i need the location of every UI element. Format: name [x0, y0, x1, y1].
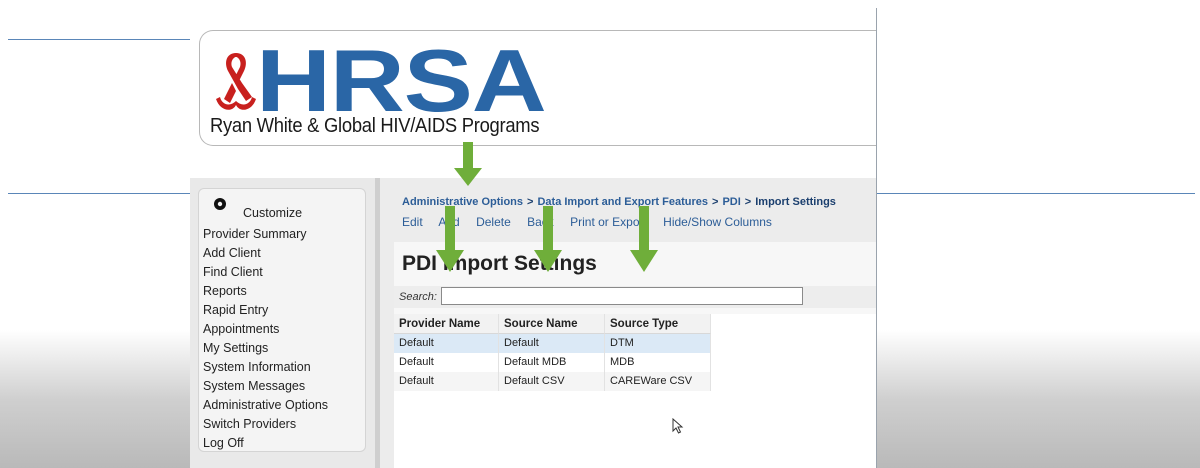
sidebar-nav-list: Provider Summary Add Client Find Client …: [203, 225, 328, 453]
sidebar-menu: Customize Provider Summary Add Client Fi…: [198, 188, 366, 452]
hrsa-logo-subtitle: Ryan White & Global HIV/AIDS Programs: [210, 115, 540, 137]
customize-link[interactable]: Customize: [243, 206, 302, 220]
search-label: Search:: [399, 291, 437, 303]
arrow-down-icon: [454, 142, 482, 186]
content-area: PDI Import Settings Search: Provider Nam…: [394, 242, 876, 468]
hrsa-logo-text: HRSA: [256, 31, 547, 130]
sidebar-item-appointments[interactable]: Appointments: [203, 320, 328, 339]
application-window: HRSA Ryan White & Global HIV/AIDS Progra…: [190, 8, 876, 468]
cell-provider-name: Default: [394, 372, 499, 391]
cell-source-name: Default CSV: [499, 372, 605, 391]
cell-source-name: Default: [499, 334, 605, 353]
column-header-source-type[interactable]: Source Type: [605, 314, 711, 334]
column-header-source-name[interactable]: Source Name: [499, 314, 605, 334]
sidebar-item-reports[interactable]: Reports: [203, 282, 328, 301]
table-header-row: Provider Name Source Name Source Type: [394, 314, 876, 334]
hide-show-columns-button[interactable]: Hide/Show Columns: [663, 215, 772, 229]
mouse-pointer-icon: [672, 418, 684, 434]
gear-icon[interactable]: [213, 197, 227, 211]
sidebar-item-system-messages[interactable]: System Messages: [203, 377, 328, 396]
cell-source-type: DTM: [605, 334, 711, 353]
cell-source-name: Default MDB: [499, 353, 605, 372]
delete-button[interactable]: Delete: [476, 215, 511, 229]
breadcrumb-separator: >: [744, 196, 752, 208]
search-bar: Search:: [394, 286, 876, 308]
window-right-edge: [876, 8, 877, 468]
table-row[interactable]: Default Default DTM: [394, 334, 876, 353]
sidebar-item-provider-summary[interactable]: Provider Summary: [203, 225, 328, 244]
background-line-top-left: [8, 39, 190, 40]
header-logo-banner: HRSA Ryan White & Global HIV/AIDS Progra…: [199, 30, 876, 146]
breadcrumb-separator: >: [712, 196, 719, 208]
sidebar-item-find-client[interactable]: Find Client: [203, 263, 328, 282]
background-line-mid-right: [877, 193, 1195, 194]
column-header-provider-name[interactable]: Provider Name: [394, 314, 499, 334]
red-ribbon-logo-icon: [216, 53, 256, 110]
import-settings-table: Provider Name Source Name Source Type De…: [394, 314, 876, 468]
table-row[interactable]: Default Default MDB MDB: [394, 353, 876, 372]
search-input[interactable]: [441, 287, 803, 305]
sidebar-item-system-information[interactable]: System Information: [203, 358, 328, 377]
sidebar-item-add-client[interactable]: Add Client: [203, 244, 328, 263]
cell-source-type: MDB: [605, 353, 711, 372]
sidebar-item-administrative-options[interactable]: Administrative Options: [203, 396, 328, 415]
cell-provider-name: Default: [394, 334, 499, 353]
sidebar-item-switch-providers[interactable]: Switch Providers: [203, 415, 328, 434]
background-line-mid-left: [8, 193, 190, 194]
cell-source-type: CAREWare CSV: [605, 372, 711, 391]
breadcrumb: Administrative Options > Data Import and E…: [402, 196, 836, 208]
breadcrumb-data-import-export[interactable]: Data Import and Export Features: [537, 196, 708, 208]
breadcrumb-pdi[interactable]: PDI: [722, 196, 740, 208]
arrow-down-icon: [436, 206, 464, 272]
breadcrumb-import-settings: Import Settings: [755, 196, 836, 208]
cell-provider-name: Default: [394, 353, 499, 372]
arrow-down-icon: [630, 206, 658, 272]
page-title: PDI Import Settings: [402, 252, 597, 275]
arrow-down-icon: [534, 206, 562, 272]
sidebar-item-rapid-entry[interactable]: Rapid Entry: [203, 301, 328, 320]
breadcrumb-separator: >: [527, 196, 534, 208]
edit-button[interactable]: Edit: [402, 215, 423, 229]
sidebar-item-log-off[interactable]: Log Off: [203, 434, 328, 453]
table-row[interactable]: Default Default CSV CAREWare CSV: [394, 372, 876, 391]
sidebar-item-my-settings[interactable]: My Settings: [203, 339, 328, 358]
